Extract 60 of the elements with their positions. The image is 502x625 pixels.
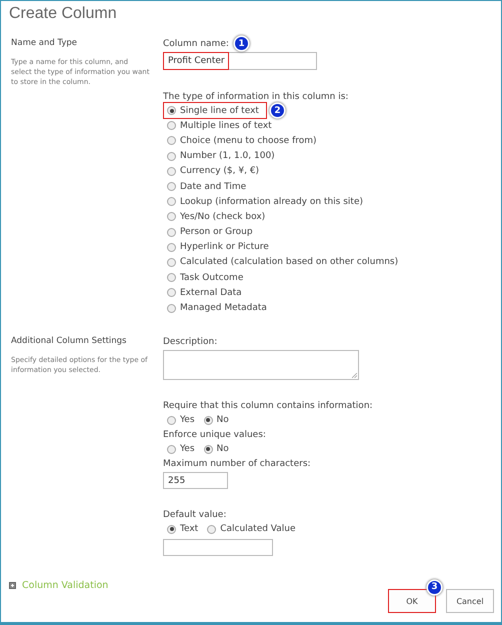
radio-button[interactable] (167, 524, 176, 534)
radio-button[interactable] (167, 273, 176, 282)
default-value-field[interactable] (163, 538, 273, 556)
field-label: Maximum number of characters: (163, 458, 311, 470)
callout-badge: 3 (428, 580, 441, 594)
radio-button[interactable] (167, 212, 176, 222)
radio-button[interactable] (167, 242, 176, 252)
field-label: Description: (163, 336, 218, 348)
radio-label: Single line of text (180, 106, 259, 116)
description-field[interactable] (163, 350, 359, 380)
radio-button[interactable] (167, 136, 176, 146)
radio-label: Number (1, 1.0, 100) (180, 151, 275, 162)
window-title: Create Column (8, 4, 118, 23)
field-label: Default value: (163, 508, 226, 521)
radio-label: Text (180, 524, 198, 534)
section-heading: Name and Type (11, 38, 78, 48)
callout-badge: 2 (271, 104, 284, 117)
radio-button[interactable] (207, 524, 216, 534)
radio-button[interactable] (167, 444, 176, 454)
radio-label: No (216, 444, 229, 454)
field-label: Enforce unique values: (163, 428, 266, 441)
radio-button[interactable] (167, 258, 176, 267)
radio-button[interactable] (167, 182, 176, 192)
radio-button[interactable] (167, 197, 176, 206)
radio-label: Date and Time (180, 182, 246, 192)
radio-label: Calculated (calculation based on other columns) (180, 257, 398, 268)
radio-button[interactable] (167, 106, 176, 116)
radio-button[interactable] (167, 288, 176, 298)
radio-button[interactable] (167, 166, 176, 176)
section-heading: Additional Column Settings (11, 336, 128, 346)
radio-label: Calculated Value (220, 524, 296, 534)
radio-label: Yes (180, 444, 195, 454)
dialog-button[interactable]: Cancel (446, 589, 494, 613)
highlight-box (163, 52, 229, 70)
radio-button[interactable] (167, 416, 176, 425)
radio-label: No (216, 415, 229, 426)
field-label: Column name: (163, 38, 229, 50)
radio-label: Currency ($, ¥, €) (180, 166, 260, 176)
radio-button[interactable] (167, 228, 176, 237)
max-characters-field[interactable]: 255 (163, 472, 228, 489)
resize-grip-icon[interactable] (352, 372, 357, 378)
radio-label: Yes/No (check box) (180, 212, 266, 222)
radio-label: Person or Group (180, 227, 253, 238)
field-label: Require that this column contains information: (163, 400, 373, 412)
radio-button[interactable] (167, 152, 176, 161)
radio-label: Managed Metadata (180, 303, 267, 314)
callout-badge: 1 (235, 37, 248, 50)
radio-button[interactable] (167, 304, 176, 313)
radio-button[interactable] (204, 444, 213, 454)
radio-label: Multiple lines of text (180, 120, 272, 131)
expand-icon[interactable] (9, 582, 16, 589)
radio-label: External Data (180, 288, 242, 298)
radio-button[interactable] (204, 416, 213, 425)
radio-button[interactable] (167, 121, 176, 130)
radio-label: Task Outcome (180, 272, 244, 283)
radio-label: Lookup (information already on this site) (180, 196, 363, 207)
field-label: The type of information in this column is: (163, 91, 348, 103)
radio-label: Hyperlink or Picture (180, 242, 269, 252)
radio-label: Choice (menu to choose from) (180, 136, 317, 146)
radio-label: Yes (180, 415, 195, 426)
